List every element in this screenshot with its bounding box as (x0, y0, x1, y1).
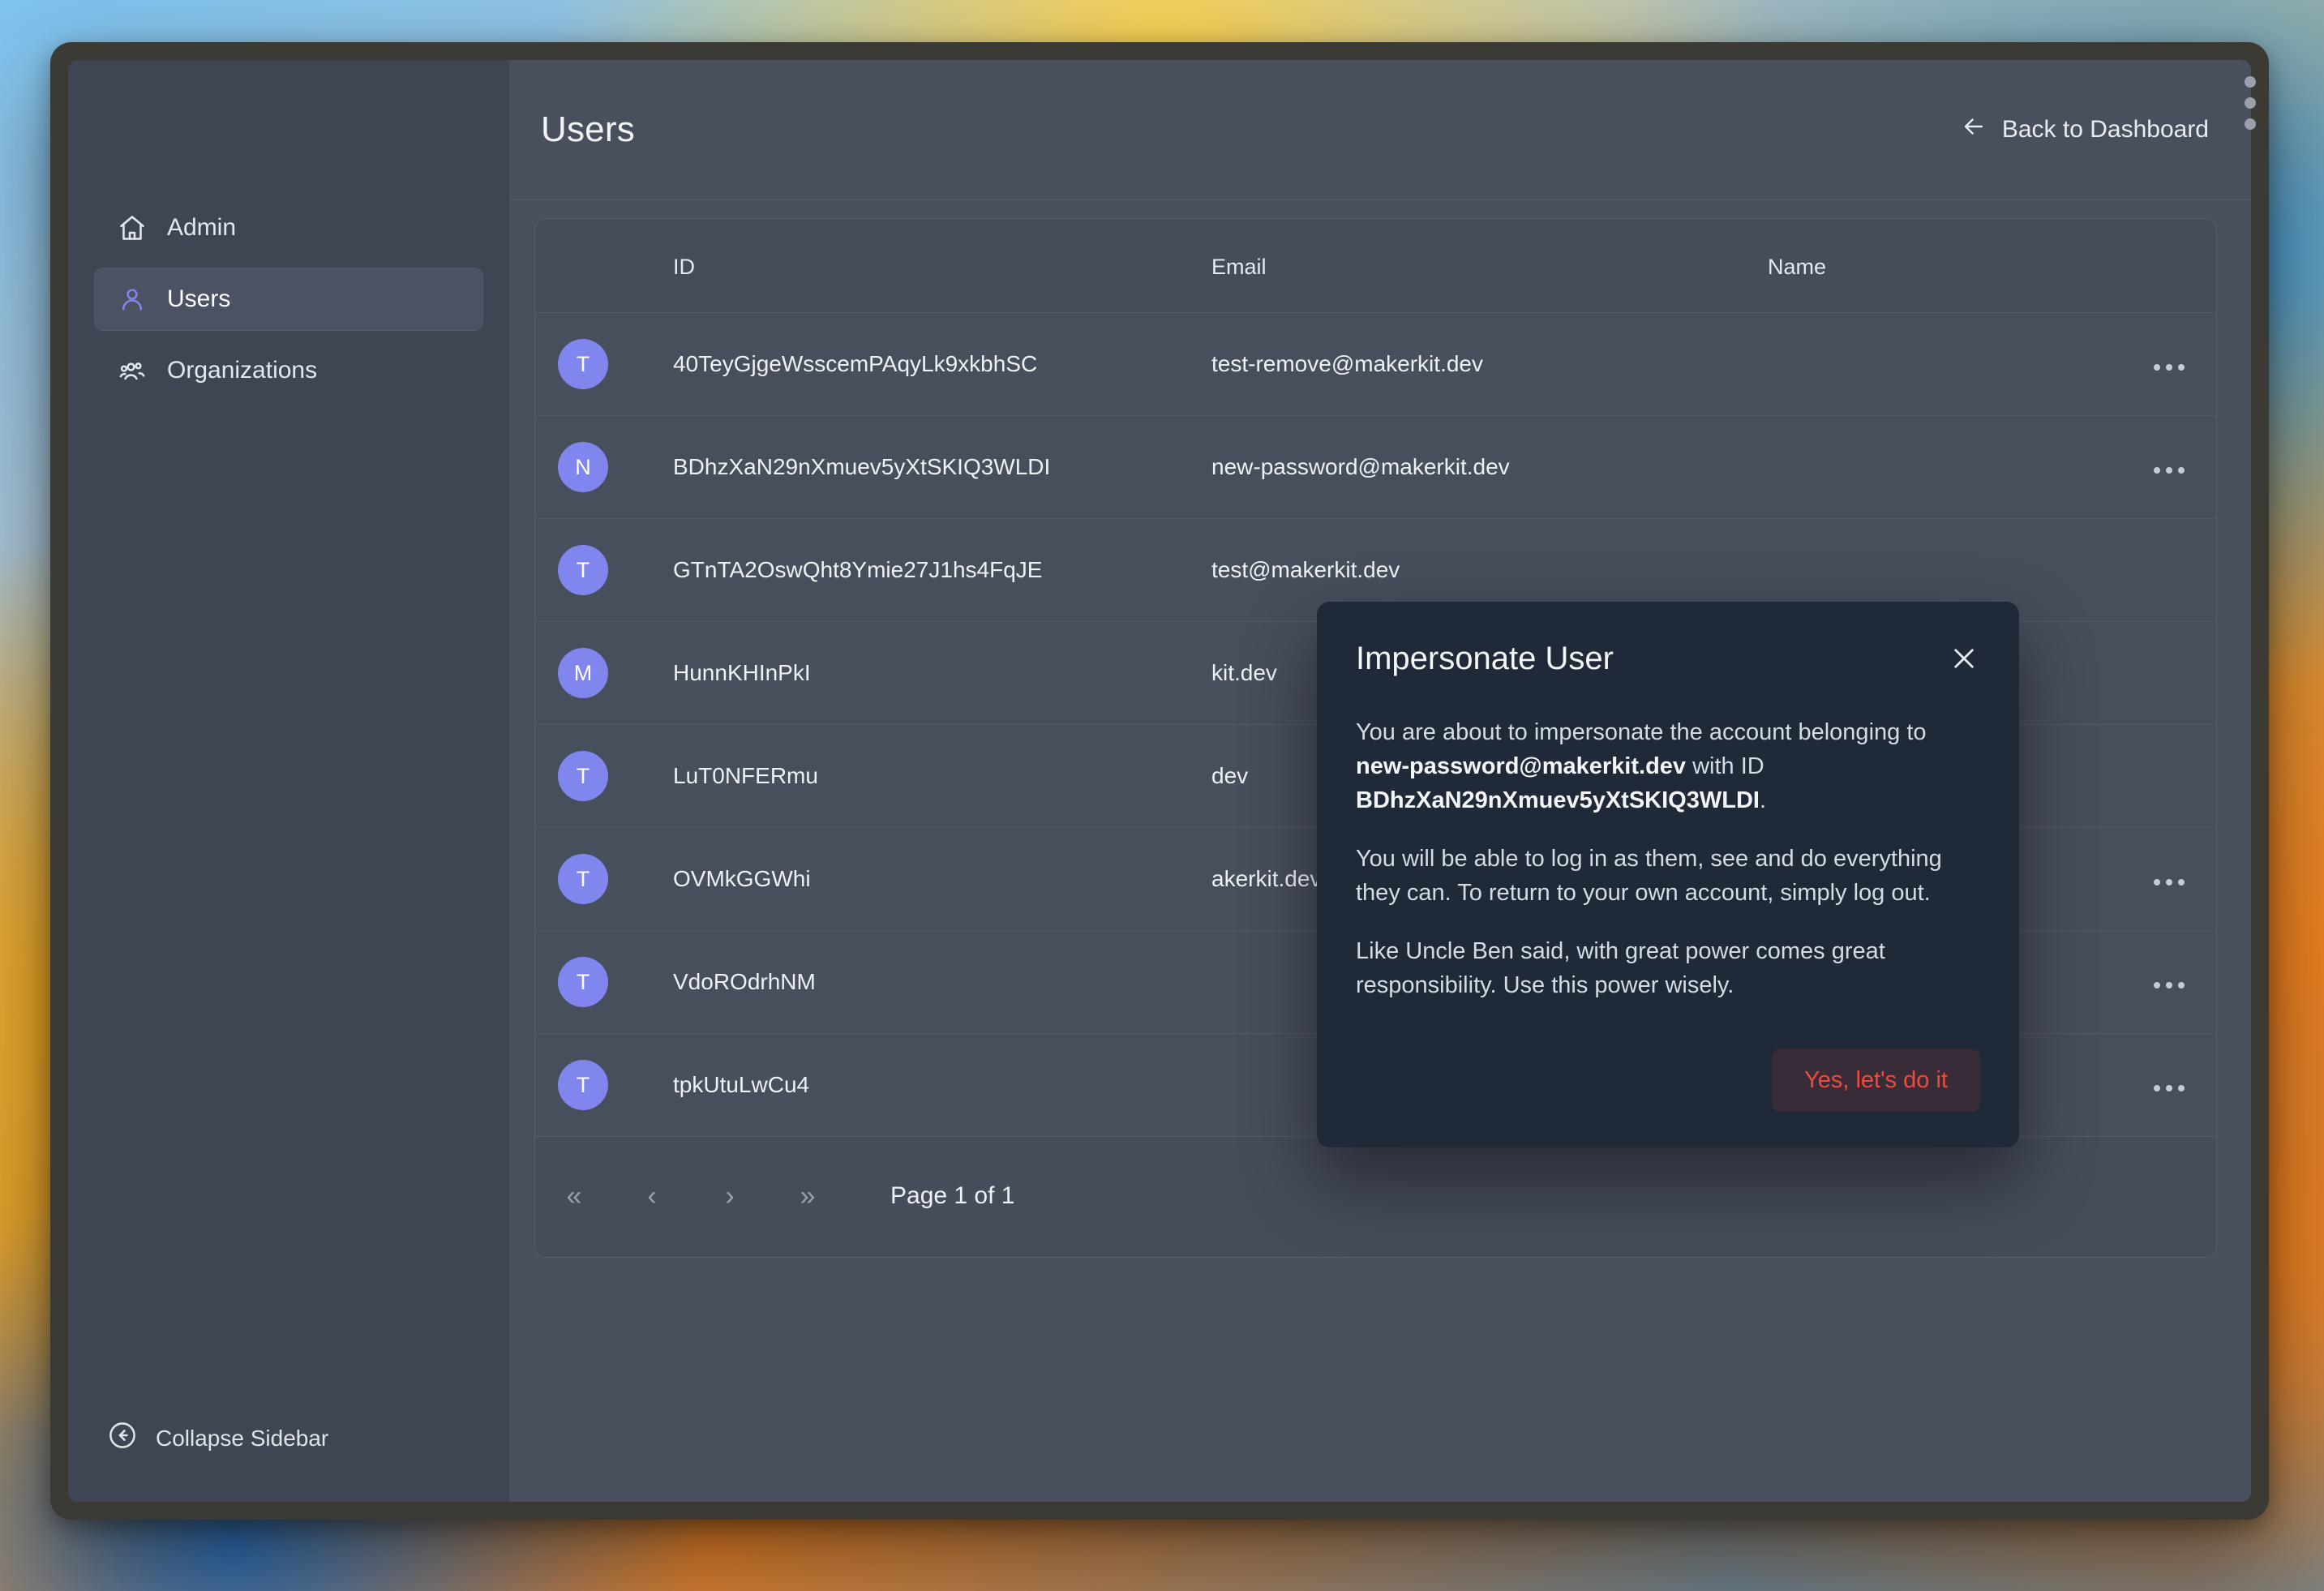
sidebar-item-label: Admin (167, 214, 237, 241)
avatar: T (558, 545, 608, 595)
row-actions-cell (2149, 313, 2216, 416)
frame-dot-3[interactable] (2245, 118, 2256, 130)
ellipsis-icon[interactable] (2149, 459, 2189, 482)
user-id-cell: tpkUtuLwCu4 (673, 1072, 810, 1097)
sidebar-item-label: Users (167, 285, 231, 312)
user-id-cell: 40TeyGjgeWsscemPAqyLk9xkbhSC (673, 351, 1038, 376)
modal-p1-lead: You are about to impersonate the account… (1356, 719, 1927, 745)
pagination-status: Page 1 of 1 (890, 1182, 1015, 1209)
window-content: Admin Users Organizations Collapse Sideb… (68, 60, 2251, 1502)
user-email-cell: test-remove@makerkit.dev (1211, 351, 1483, 376)
arrow-left-icon (1960, 113, 1987, 147)
table-row[interactable]: T 40TeyGjgeWsscemPAqyLk9xkbhSC test-remo… (535, 313, 2216, 416)
prev-page-button[interactable]: ‹ (613, 1168, 691, 1224)
pagination: « ‹ › » Page 1 of 1 (535, 1136, 2216, 1257)
avatar: T (558, 957, 608, 1007)
sidebar-nav: Admin Users Organizations (68, 60, 509, 410)
modal-body: You are about to impersonate the account… (1356, 715, 1980, 1002)
last-page-button[interactable]: » (769, 1168, 847, 1224)
close-icon[interactable] (1943, 637, 1985, 680)
confirm-impersonate-button[interactable]: Yes, let's do it (1772, 1049, 1980, 1113)
table-header-row: ID Email Name (535, 219, 2216, 313)
avatar-cell: T (535, 931, 665, 1034)
modal-paragraph-2: You will be able to log in as them, see … (1356, 846, 1942, 907)
column-header-avatar (535, 219, 665, 313)
avatar-cell: T (535, 828, 665, 931)
frame-dot-1[interactable] (2245, 76, 2256, 88)
first-page-button[interactable]: « (535, 1168, 613, 1224)
column-header-name: Name (1760, 219, 2149, 313)
avatar-cell: T (535, 725, 665, 828)
back-to-dashboard-label: Back to Dashboard (2001, 116, 2209, 143)
sidebar-item-admin[interactable]: Admin (94, 196, 483, 259)
page-title: Users (541, 109, 635, 149)
user-id-cell: VdoROdrhNM (673, 969, 816, 994)
row-actions-cell (2149, 828, 2216, 931)
ellipsis-icon[interactable] (2149, 974, 2189, 997)
modal-p1-mid: with ID (1686, 753, 1764, 780)
avatar-cell: N (535, 416, 665, 519)
modal-target-email: new-password@makerkit.dev (1356, 753, 1687, 780)
sidebar-item-organizations[interactable]: Organizations (94, 339, 483, 402)
impersonate-user-modal: Impersonate User You are about to impers… (1317, 602, 2019, 1148)
avatar: N (558, 442, 608, 492)
avatar: M (558, 648, 608, 698)
modal-p1-end: . (1759, 787, 1767, 814)
avatar-cell: T (535, 313, 665, 416)
avatar-cell: T (535, 1034, 665, 1137)
column-header-email: Email (1200, 219, 1760, 313)
user-email-cell: new-password@makerkit.dev (1211, 454, 1510, 479)
avatar: T (558, 854, 608, 904)
row-actions-cell (2149, 931, 2216, 1034)
modal-header: Impersonate User (1356, 641, 1980, 680)
row-actions-cell (2149, 622, 2216, 725)
avatar-cell: T (535, 519, 665, 622)
modal-target-user-id: BDhzXaN29nXmuev5yXtSKIQ3WLDI (1356, 787, 1760, 814)
column-header-id: ID (665, 219, 1200, 313)
sidebar-item-users[interactable]: Users (94, 268, 483, 331)
ellipsis-icon[interactable] (2149, 356, 2189, 379)
row-actions-cell (2149, 725, 2216, 828)
user-name-cell (1760, 416, 2149, 519)
sidebar: Admin Users Organizations Collapse Sideb… (68, 60, 510, 1502)
frame-dot-2[interactable] (2245, 97, 2256, 109)
users-group-icon (117, 355, 148, 386)
user-icon (117, 284, 148, 315)
arrow-left-circle-icon (107, 1420, 138, 1456)
modal-footer: Yes, let's do it (1356, 1049, 1980, 1113)
user-id-cell: BDhzXaN29nXmuev5yXtSKIQ3WLDI (673, 454, 1051, 479)
collapse-sidebar-label: Collapse Sidebar (156, 1425, 329, 1451)
avatar-cell: M (535, 622, 665, 725)
ellipsis-icon[interactable] (2149, 871, 2189, 894)
column-header-actions (2149, 219, 2216, 313)
user-id-cell: OVMkGGWhi (673, 866, 811, 891)
window-frame-dots[interactable] (2245, 76, 2256, 130)
user-id-cell: HunnKHInPkI (673, 660, 811, 685)
modal-paragraph-1: You are about to impersonate the account… (1356, 715, 1980, 817)
row-actions-cell (2149, 1034, 2216, 1137)
modal-paragraph-3: Like Uncle Ben said, with great power co… (1356, 938, 1885, 999)
next-page-button[interactable]: › (691, 1168, 769, 1224)
home-icon (117, 212, 148, 243)
user-name-cell (1760, 313, 2149, 416)
avatar: T (558, 1060, 608, 1110)
collapse-sidebar-button[interactable]: Collapse Sidebar (68, 1420, 509, 1502)
row-actions-cell (2149, 416, 2216, 519)
user-id-cell: LuT0NFERmu (673, 763, 818, 788)
users-table-head: ID Email Name (535, 219, 2216, 313)
avatar: T (558, 751, 608, 801)
back-to-dashboard-link[interactable]: Back to Dashboard (1960, 113, 2209, 147)
table-row[interactable]: N BDhzXaN29nXmuev5yXtSKIQ3WLDI new-passw… (535, 416, 2216, 519)
modal-title: Impersonate User (1356, 641, 1614, 676)
avatar: T (558, 339, 608, 389)
page-header: Users Back to Dashboard (510, 60, 2251, 200)
sidebar-item-label: Organizations (167, 357, 318, 384)
row-actions-cell (2149, 519, 2216, 622)
main-content: Users Back to Dashboard ID Email Name T … (510, 60, 2251, 1502)
app-window: Admin Users Organizations Collapse Sideb… (50, 42, 2269, 1520)
ellipsis-icon[interactable] (2149, 1077, 2189, 1100)
user-id-cell: GTnTA2OswQht8Ymie27J1hs4FqJE (673, 557, 1043, 582)
